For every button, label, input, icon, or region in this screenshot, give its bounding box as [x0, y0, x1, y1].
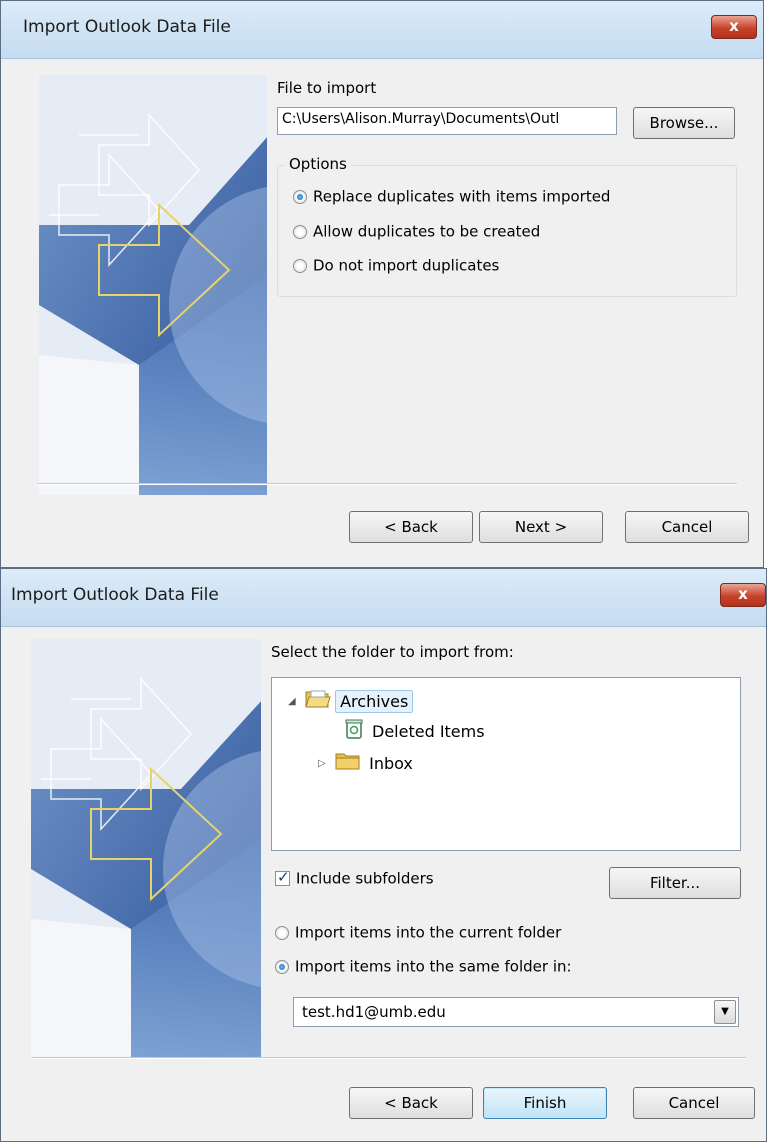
import-dialog-folder: Import Outlook Data File x Select the fo…	[0, 568, 767, 1142]
option-allow-duplicates[interactable]: Allow duplicates to be created	[293, 222, 540, 244]
destination-dropdown[interactable]: test.hd1@umb.edu ▼	[293, 997, 739, 1027]
cancel-button[interactable]: Cancel	[625, 511, 749, 543]
import-dialog-options: Import Outlook Data File x File to impor…	[0, 0, 764, 568]
options-group-label: Options	[285, 155, 351, 173]
tree-item-archives[interactable]: ◢ Archives	[288, 688, 414, 714]
close-button[interactable]: x	[720, 583, 766, 607]
back-button[interactable]: < Back	[349, 1087, 473, 1119]
dialog-body: Select the folder to import from: ◢ Arch…	[11, 627, 756, 1131]
destination-value: test.hd1@umb.edu	[302, 1003, 446, 1021]
option-import-current-folder[interactable]: Import items into the current folder	[275, 923, 561, 945]
cancel-button[interactable]: Cancel	[633, 1087, 755, 1119]
folder-tree[interactable]: ◢ Archives Deleted Items ▷ Inbox	[271, 677, 741, 851]
radio-button[interactable]	[275, 959, 289, 974]
footer-separator	[37, 483, 737, 485]
radio-button[interactable]	[293, 189, 307, 204]
finish-button[interactable]: Finish	[483, 1087, 607, 1119]
wizard-banner-image	[31, 639, 261, 1059]
next-button[interactable]: Next >	[479, 511, 603, 543]
select-folder-label: Select the folder to import from:	[271, 643, 514, 661]
close-icon: x	[738, 585, 748, 603]
filter-button[interactable]: Filter...	[609, 867, 741, 899]
include-subfolders-checkbox[interactable]	[275, 868, 290, 886]
wizard-banner-image	[39, 75, 267, 495]
close-icon: x	[729, 17, 739, 35]
dialog-title: Import Outlook Data File	[11, 585, 219, 605]
dialog-title: Import Outlook Data File	[23, 17, 231, 37]
radio-button[interactable]	[293, 224, 307, 239]
expanded-arrow-icon[interactable]: ◢	[288, 696, 300, 707]
radio-button[interactable]	[275, 925, 289, 940]
include-subfolders-row[interactable]: Include subfolders	[275, 868, 434, 891]
title-bar[interactable]: Import Outlook Data File x	[1, 569, 766, 627]
collapsed-arrow-icon[interactable]: ▷	[318, 758, 330, 769]
close-button[interactable]: x	[711, 15, 757, 39]
tree-item-deleted-items[interactable]: Deleted Items	[344, 718, 489, 744]
recycle-bin-icon	[344, 718, 364, 744]
chevron-down-icon[interactable]: ▼	[714, 1000, 736, 1024]
file-path-input[interactable]: C:\Users\Alison.Murray\Documents\Outl	[277, 107, 617, 135]
option-replace-duplicates[interactable]: Replace duplicates with items imported	[293, 187, 610, 209]
tree-item-inbox[interactable]: ▷ Inbox	[318, 750, 417, 776]
back-button[interactable]: < Back	[349, 511, 473, 543]
folder-icon	[335, 750, 361, 776]
folder-open-icon	[305, 688, 331, 714]
option-no-duplicates[interactable]: Do not import duplicates	[293, 256, 499, 278]
browse-button[interactable]: Browse...	[633, 107, 735, 139]
footer-separator	[31, 1057, 746, 1059]
radio-button[interactable]	[293, 258, 307, 273]
title-bar[interactable]: Import Outlook Data File x	[1, 1, 763, 59]
file-to-import-label: File to import	[277, 79, 377, 97]
option-import-same-folder[interactable]: Import items into the same folder in:	[275, 957, 572, 979]
dialog-body: File to import C:\Users\Alison.Murray\Do…	[11, 59, 753, 557]
